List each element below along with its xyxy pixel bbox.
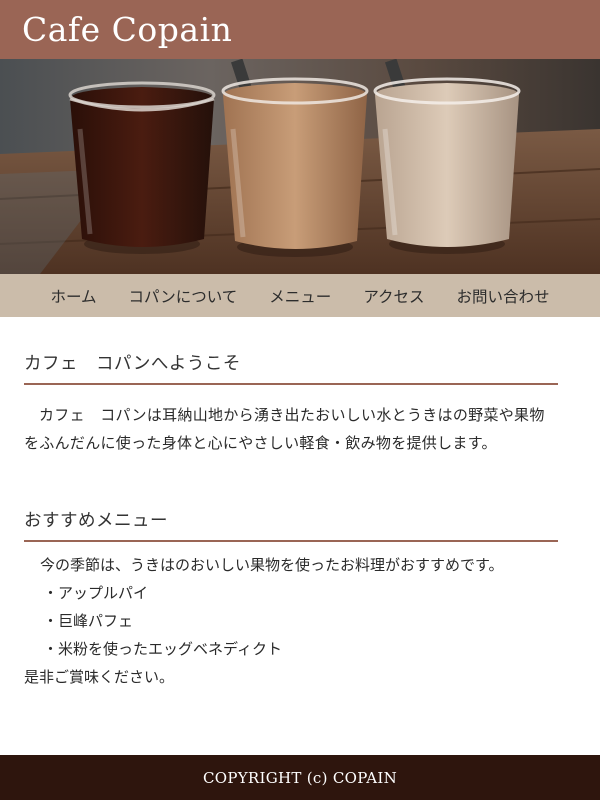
nav-item-contact[interactable]: お問い合わせ [457,285,550,307]
site-footer: COPYRIGHT (c) COPAIN [0,755,600,800]
coffee-glasses-illustration [0,59,600,274]
recommend-list: ・アップルパイ ・巨峰パフェ ・米粉を使ったエッグベネディクト [24,579,558,663]
list-item: ・アップルパイ [43,584,149,602]
glass-latte [221,59,369,257]
hero-image [0,59,600,274]
nav-item-menu[interactable]: メニュー [269,285,331,307]
copyright-text: COPYRIGHT (c) COPAIN [202,768,398,787]
recommend-heading: おすすめメニュー [24,507,558,542]
welcome-section: カフェ コパンへようこそ カフェ コパンは耳納山地から湧き出たおいしい水とうきは… [24,350,558,457]
recommend-section: おすすめメニュー 今の季節は、うきはのおいしい果物を使ったお料理がおすすめです。… [24,507,558,691]
welcome-text: カフェ コパンは耳納山地から湧き出たおいしい水とうきはの野菜や果物をふんだんに使… [24,406,545,452]
glass-milk-coffee [373,59,521,254]
nav-item-access[interactable]: アクセス [363,285,424,307]
list-item: ・米粉を使ったエッグベネディクト [43,640,282,658]
glass-dark-coffee [68,81,216,254]
main-nav: ホーム コパンについて メニュー アクセス お問い合わせ [0,274,600,317]
recommend-outro: 是非ご賞味ください。 [24,668,175,686]
site-title[interactable]: Cafe Copain [22,10,232,49]
list-item: ・巨峰パフェ [43,612,134,630]
nav-item-home[interactable]: ホーム [50,285,96,307]
main-content: カフェ コパンへようこそ カフェ コパンは耳納山地から湧き出たおいしい水とうきは… [0,350,600,691]
site-header: Cafe Copain [0,0,600,59]
nav-item-about[interactable]: コパンについて [128,285,237,307]
recommend-lead: 今の季節は、うきはのおいしい果物を使ったお料理がおすすめです。 [40,556,504,574]
welcome-heading: カフェ コパンへようこそ [24,350,558,385]
